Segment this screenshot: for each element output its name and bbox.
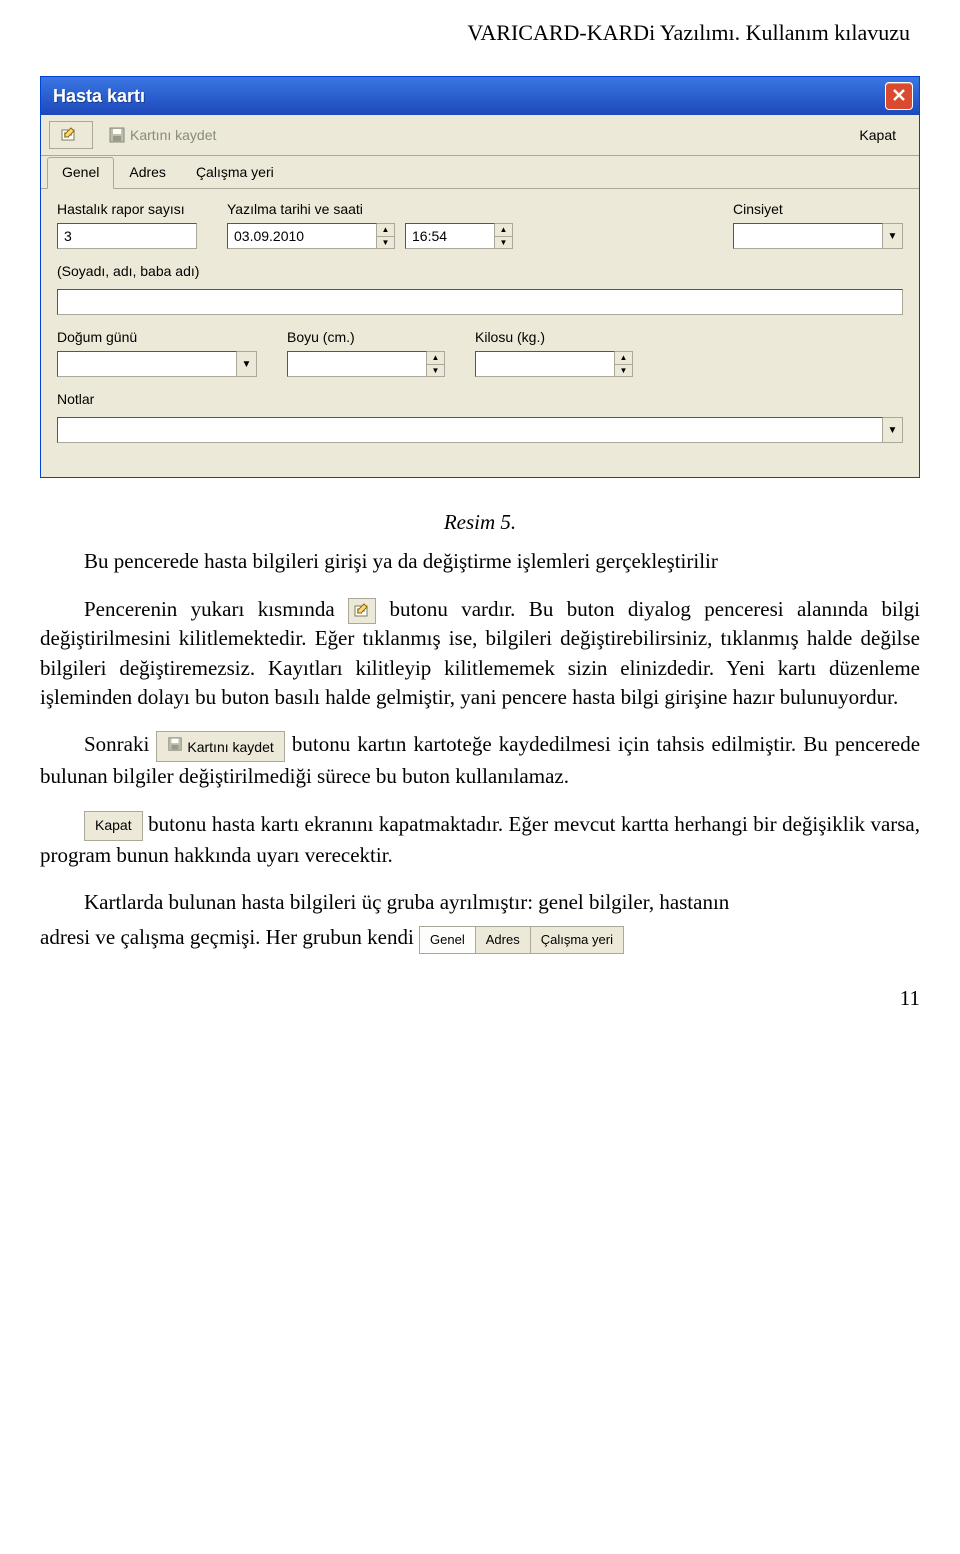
- inline-tab-workplace: Çalışma yeri: [531, 927, 623, 953]
- time-value: 16:54: [405, 223, 495, 249]
- floppy-icon: [167, 739, 187, 755]
- fullname-input[interactable]: [57, 289, 903, 315]
- weight-input[interactable]: ▲ ▼: [475, 351, 633, 377]
- notes-label: Notlar: [57, 391, 903, 407]
- close-button[interactable]: Kapat: [848, 122, 907, 148]
- down-arrow-icon[interactable]: ▼: [427, 365, 444, 377]
- window-close-button[interactable]: [885, 82, 913, 110]
- paragraph-3: Kapat butonu hasta kartı ekranını kapatm…: [40, 810, 920, 870]
- save-button[interactable]: Kartını kaydet: [97, 121, 227, 149]
- gender-combo[interactable]: ▼: [733, 223, 903, 249]
- paragraph-1b: Pencerenin yukarı kısmında butonu vardır…: [40, 595, 920, 713]
- height-label: Boyu (cm.): [287, 329, 445, 345]
- paragraph-1a: Bu pencerede hasta bilgileri girişi ya d…: [40, 547, 920, 576]
- inline-save-label: Kartını kaydet: [187, 739, 273, 755]
- tab-workplace[interactable]: Çalışma yeri: [181, 157, 289, 189]
- inline-edit-lock-button: [348, 598, 376, 624]
- inline-save-button: Kartını kaydet: [156, 731, 284, 763]
- inline-tabs: Genel Adres Çalışma yeri: [419, 926, 624, 954]
- weight-label: Kilosu (kg.): [475, 329, 633, 345]
- pencil-card-icon: [60, 126, 78, 144]
- weight-spinner[interactable]: ▲ ▼: [615, 351, 633, 377]
- up-arrow-icon[interactable]: ▲: [377, 224, 394, 237]
- paragraph-2: Sonraki Kartını kaydet butonu kartın kar…: [40, 730, 920, 791]
- fullname-label: (Soyadı, adı, baba adı): [57, 263, 903, 279]
- up-arrow-icon[interactable]: ▲: [615, 352, 632, 365]
- form-area: Hastalık rapor sayısı 3 Yazılma tarihi v…: [41, 189, 919, 477]
- document-header: VARICARD-KARDi Yazılımı. Kullanım kılavu…: [40, 20, 920, 46]
- inline-close-button: Kapat: [84, 811, 143, 841]
- notes-input[interactable]: ▼: [57, 417, 903, 443]
- height-spinner[interactable]: ▲ ▼: [427, 351, 445, 377]
- report-no-input[interactable]: 3: [57, 223, 197, 249]
- date-value: 03.09.2010: [227, 223, 377, 249]
- p3-post: butonu hasta kartı ekranını kapatmaktadı…: [40, 812, 920, 867]
- gender-value: [733, 223, 883, 249]
- dropdown-arrow-icon[interactable]: ▼: [883, 417, 903, 443]
- close-icon: [892, 88, 906, 105]
- up-arrow-icon[interactable]: ▲: [427, 352, 444, 365]
- close-button-label: Kapat: [859, 127, 896, 143]
- patient-card-dialog: Hasta kartı Kartını kaydet Kapat Genel A…: [40, 76, 920, 478]
- figure-caption: Resim 5.: [40, 508, 920, 537]
- tab-row: Genel Adres Çalışma yeri: [41, 156, 919, 189]
- dropdown-arrow-icon[interactable]: ▼: [883, 223, 903, 249]
- time-input[interactable]: 16:54 ▲ ▼: [405, 223, 513, 249]
- tab-address[interactable]: Adres: [114, 157, 181, 189]
- floppy-icon: [108, 126, 126, 144]
- time-spinner[interactable]: ▲ ▼: [495, 223, 513, 249]
- date-spinner[interactable]: ▲ ▼: [377, 223, 395, 249]
- date-input[interactable]: 03.09.2010 ▲ ▼: [227, 223, 395, 249]
- birth-value: [57, 351, 237, 377]
- dropdown-arrow-icon[interactable]: ▼: [237, 351, 257, 377]
- down-arrow-icon[interactable]: ▼: [615, 365, 632, 377]
- tab-general[interactable]: Genel: [47, 157, 114, 189]
- p2-pre: Sonraki: [84, 732, 156, 756]
- weight-value: [475, 351, 615, 377]
- height-value: [287, 351, 427, 377]
- height-input[interactable]: ▲ ▼: [287, 351, 445, 377]
- inline-tab-address: Adres: [476, 927, 531, 953]
- p1b-pre: Pencerenin yukarı kısmında: [84, 597, 348, 621]
- save-button-label: Kartını kaydet: [130, 127, 216, 143]
- document-body: Resim 5. Bu pencerede hasta bilgileri gi…: [40, 508, 920, 1013]
- report-no-label: Hastalık rapor sayısı: [57, 201, 197, 217]
- datetime-label: Yazılma tarihi ve saati: [227, 201, 513, 217]
- titlebar: Hasta kartı: [41, 77, 919, 115]
- notes-value: [57, 417, 883, 443]
- birth-label: Doğum günü: [57, 329, 257, 345]
- birth-input[interactable]: ▼: [57, 351, 257, 377]
- titlebar-title: Hasta kartı: [53, 86, 145, 107]
- pencil-card-icon: [353, 602, 371, 618]
- gender-label: Cinsiyet: [733, 201, 903, 217]
- down-arrow-icon[interactable]: ▼: [377, 237, 394, 249]
- edit-lock-button[interactable]: [49, 121, 93, 149]
- toolbar: Kartını kaydet Kapat: [41, 115, 919, 156]
- page-number: 11: [40, 984, 920, 1013]
- paragraph-4b: adresi ve çalışma geçmişi. Her grubun ke…: [40, 923, 920, 953]
- up-arrow-icon[interactable]: ▲: [495, 224, 512, 237]
- down-arrow-icon[interactable]: ▼: [495, 237, 512, 249]
- inline-tab-general: Genel: [420, 927, 476, 953]
- paragraph-4a: Kartlarda bulunan hasta bilgileri üç gru…: [40, 888, 920, 917]
- p4-line2-pre: adresi ve çalışma geçmişi. Her grubun ke…: [40, 925, 419, 949]
